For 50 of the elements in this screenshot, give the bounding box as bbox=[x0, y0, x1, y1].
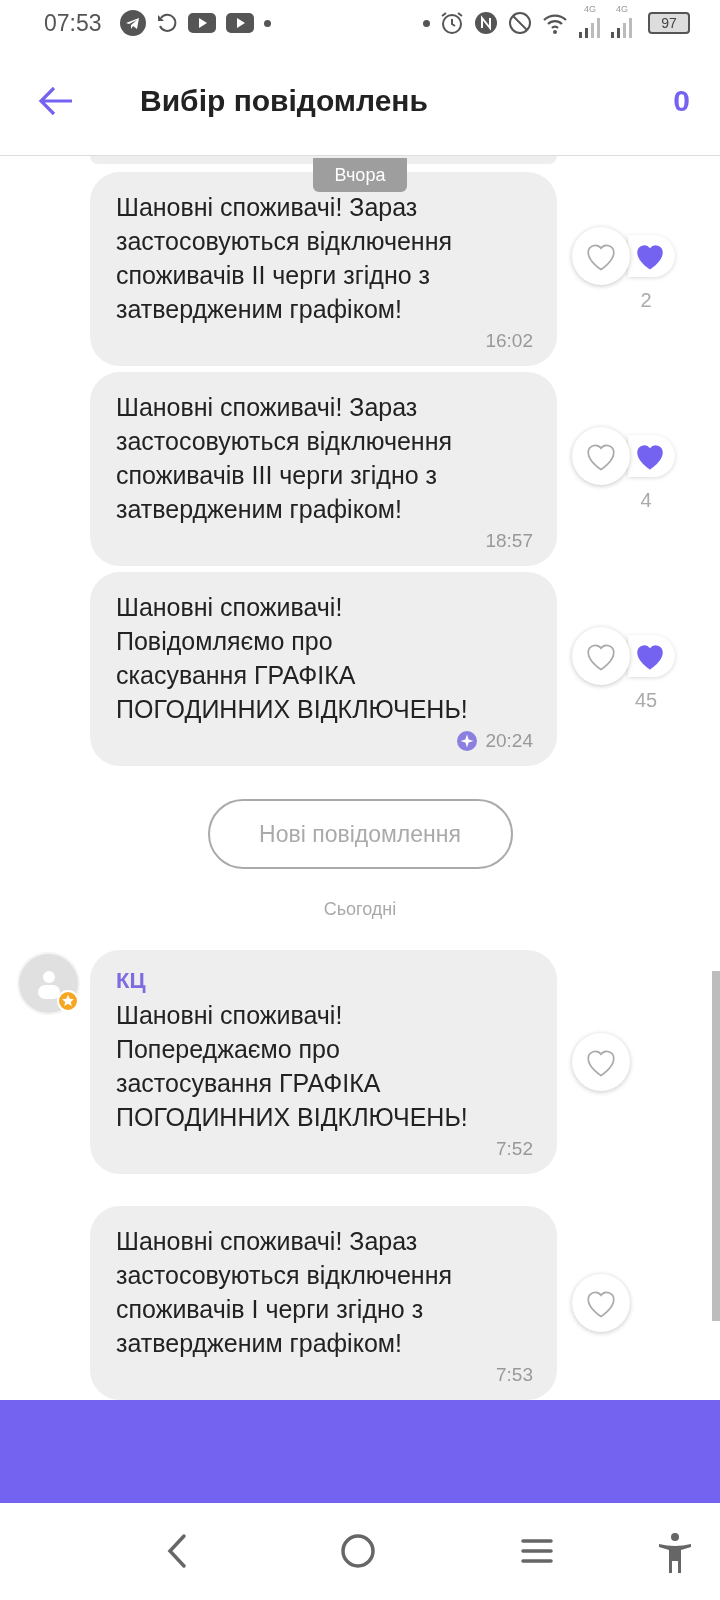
reaction-pill[interactable] bbox=[628, 434, 675, 477]
signal-icon bbox=[578, 18, 600, 38]
selected-count: 0 bbox=[673, 83, 690, 118]
refresh-icon bbox=[155, 12, 178, 34]
message-time: 20:24 bbox=[485, 730, 533, 752]
star-badge-icon bbox=[57, 990, 79, 1012]
play-icon bbox=[187, 13, 216, 33]
message-time: 16:02 bbox=[485, 330, 533, 352]
dot-icon bbox=[263, 19, 271, 27]
message-text: Шановні споживачі! Повідомляємо про скасування ГРАФІКА ПОГОДИННИХ ВІДКЛЮЧЕНЬ! bbox=[116, 592, 469, 725]
nfc-icon bbox=[474, 11, 498, 35]
message-time: 18:57 bbox=[485, 530, 533, 552]
dot-icon bbox=[423, 19, 430, 27]
status-time: 07:53 bbox=[44, 9, 102, 37]
screen-title: Вибір повідомлень bbox=[140, 83, 429, 118]
network-label: 4G bbox=[616, 4, 628, 14]
message-bubble[interactable]: Шановні споживачі! Зараз застосовуються відключення споживачів І черги згідно з затвердженим графіком! 7:53 bbox=[90, 1206, 557, 1400]
reaction-count: 2 bbox=[640, 288, 652, 312]
back-icon[interactable] bbox=[165, 1533, 189, 1569]
sender-name: КЦ bbox=[116, 968, 146, 994]
person-icon bbox=[35, 968, 62, 999]
message-bubble[interactable]: Шановні споживачі! Повідомляємо про скасування ГРАФІКА ПОГОДИННИХ ВІДКЛЮЧЕНЬ! 20:24 bbox=[90, 572, 557, 766]
message-text: Шановні споживачі! Зараз застосовуються відключення споживачів ІІ черги згідно з затвердженим графіком! bbox=[116, 192, 454, 325]
heart-icon bbox=[584, 1047, 618, 1077]
back-arrow-icon[interactable] bbox=[38, 84, 74, 117]
paper-plane-icon bbox=[119, 10, 146, 36]
message-bubble[interactable]: Шановні споживачі! Зараз застосовуються відключення споживачів ІІІ черги згідно з затвердженим графіком! 18:57 bbox=[90, 372, 557, 566]
message-time: 7:53 bbox=[496, 1364, 533, 1386]
home-icon[interactable] bbox=[340, 1533, 376, 1569]
reaction-pill[interactable] bbox=[628, 234, 675, 277]
reaction-pill[interactable] bbox=[628, 634, 675, 677]
network-label: 4G bbox=[584, 4, 596, 14]
heart-icon bbox=[584, 1288, 618, 1318]
message-text: Шановні споживачі! Зараз застосовуються відключення споживачів ІІІ черги згідно з затвердженим графіком! bbox=[116, 392, 454, 525]
message-text: Шановні споживачі! Зараз застосовуються відключення споживачів І черги згідно з затвердженим графіком! bbox=[116, 1226, 454, 1359]
date-label: Сьогодні bbox=[323, 899, 397, 920]
reaction-count: 4 bbox=[640, 488, 652, 512]
accessibility-icon[interactable] bbox=[658, 1533, 692, 1573]
play-icon bbox=[225, 13, 254, 33]
scrollbar[interactable] bbox=[712, 971, 720, 1321]
battery-indicator: 97 bbox=[648, 12, 690, 34]
block-icon bbox=[508, 11, 532, 35]
wifi-icon bbox=[542, 12, 568, 34]
message-bubble[interactable]: КЦ Шановні споживачі! Попереджаємо про застосування ГРАФІКА ПОГОДИННИХ ВІДКЛЮЧЕНЬ! 7:52 bbox=[90, 950, 557, 1174]
signal-icon bbox=[610, 18, 632, 38]
message-text: Шановні споживачі! Попереджаємо про застосування ГРАФІКА ПОГОДИННИХ ВІДКЛЮЧЕНЬ! bbox=[116, 1000, 469, 1133]
alarm-icon bbox=[440, 11, 464, 35]
reaction-count: 45 bbox=[634, 688, 658, 712]
date-toast: Вчора bbox=[313, 158, 407, 192]
message-time: 7:52 bbox=[496, 1138, 533, 1160]
